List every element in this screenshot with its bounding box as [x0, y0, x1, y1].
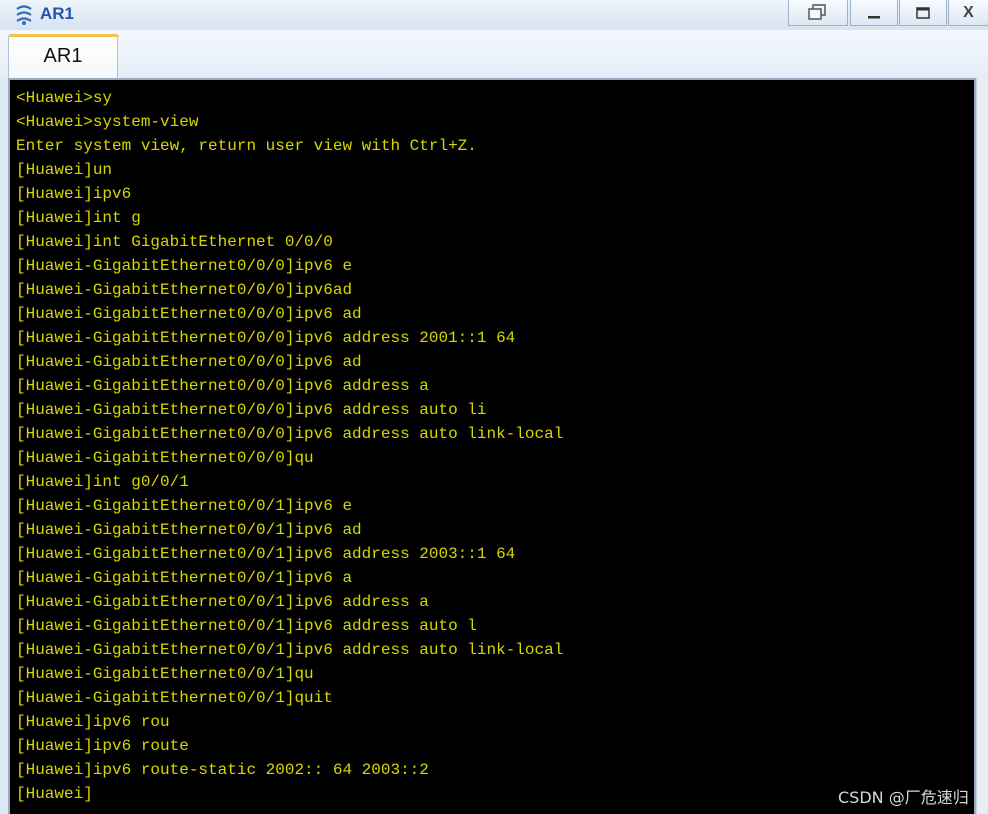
terminal-line: [Huawei]un: [16, 161, 113, 179]
tab-ar1[interactable]: AR1: [8, 34, 119, 78]
terminal-line: [Huawei-GigabitEthernet0/0/0]ipv6 ad: [16, 305, 362, 323]
terminal-line: Enter system view, return user view with…: [16, 137, 477, 155]
minimize-button[interactable]: [850, 0, 898, 26]
terminal-line: <Huawei>system-view: [16, 113, 199, 131]
terminal-line: [Huawei-GigabitEthernet0/0/0]ipv6ad: [16, 281, 353, 299]
title-bar: AR1 X: [0, 0, 988, 31]
terminal-line: <Huawei>sy: [16, 89, 113, 107]
restore-icon: [808, 3, 826, 20]
close-button[interactable]: X: [948, 0, 988, 26]
terminal-scrollbar[interactable]: [976, 78, 988, 814]
terminal-line: [Huawei-GigabitEthernet0/0/1]ipv6 addres…: [16, 617, 477, 635]
terminal-line: [Huawei]ipv6 rou: [16, 713, 170, 731]
watermark-text: CSDN @厂危速归: [838, 788, 969, 807]
terminal-line: [Huawei-GigabitEthernet0/0/0]ipv6 addres…: [16, 401, 487, 419]
terminal-console[interactable]: <Huawei>sy <Huawei>system-view Enter syste…: [8, 78, 976, 814]
terminal-line: [Huawei-GigabitEthernet0/0/0]ipv6 ad: [16, 353, 362, 371]
terminal-line: [Huawei-GigabitEthernet0/0/1]ipv6 addres…: [16, 545, 516, 563]
terminal-line: [Huawei-GigabitEthernet0/0/0]ipv6 addres…: [16, 377, 429, 395]
terminal-line: [Huawei]ipv6 route-static 2002:: 64 2003…: [16, 761, 429, 779]
terminal-line: [Huawei-GigabitEthernet0/0/1]ipv6 addres…: [16, 641, 564, 659]
terminal-line: [Huawei-GigabitEthernet0/0/0]ipv6 addres…: [16, 425, 564, 443]
terminal-line: [Huawei-GigabitEthernet0/0/1]quit: [16, 689, 333, 707]
terminal-output: <Huawei>sy <Huawei>system-view Enter syste…: [16, 86, 563, 806]
terminal-line: [Huawei]ipv6 route: [16, 737, 189, 755]
router-app-icon: [16, 5, 32, 25]
terminal-line: [Huawei]int GigabitEthernet 0/0/0: [16, 233, 333, 251]
terminal-line: [Huawei-GigabitEthernet0/0/1]ipv6 a: [16, 569, 353, 587]
terminal-line: [Huawei]ipv6: [16, 185, 132, 203]
terminal-line: [Huawei]int g0/0/1: [16, 473, 189, 491]
terminal-line: [Huawei-GigabitEthernet0/0/1]ipv6 e: [16, 497, 353, 515]
window-title: AR1: [40, 4, 75, 23]
terminal-line: [Huawei-GigabitEthernet0/0/1]qu: [16, 665, 314, 683]
restore-down-button[interactable]: [788, 0, 848, 26]
maximize-icon: [916, 6, 930, 19]
tab-bar: AR1: [0, 30, 988, 78]
maximize-button[interactable]: [899, 0, 947, 26]
minimize-icon: [868, 15, 880, 18]
terminal-line: [Huawei-GigabitEthernet0/0/1]ipv6 ad: [16, 521, 362, 539]
active-tab-indicator: [9, 34, 119, 37]
terminal-line: [Huawei-GigabitEthernet0/0/1]ipv6 addres…: [16, 593, 429, 611]
terminal-line: [Huawei-GigabitEthernet0/0/0]ipv6 e: [16, 257, 353, 275]
terminal-line: [Huawei]: [16, 785, 93, 803]
terminal-line: [Huawei-GigabitEthernet0/0/0]qu: [16, 449, 314, 467]
terminal-line: [Huawei]int g: [16, 209, 141, 227]
terminal-line: [Huawei-GigabitEthernet0/0/0]ipv6 addres…: [16, 329, 516, 347]
tab-label: AR1: [43, 45, 83, 67]
